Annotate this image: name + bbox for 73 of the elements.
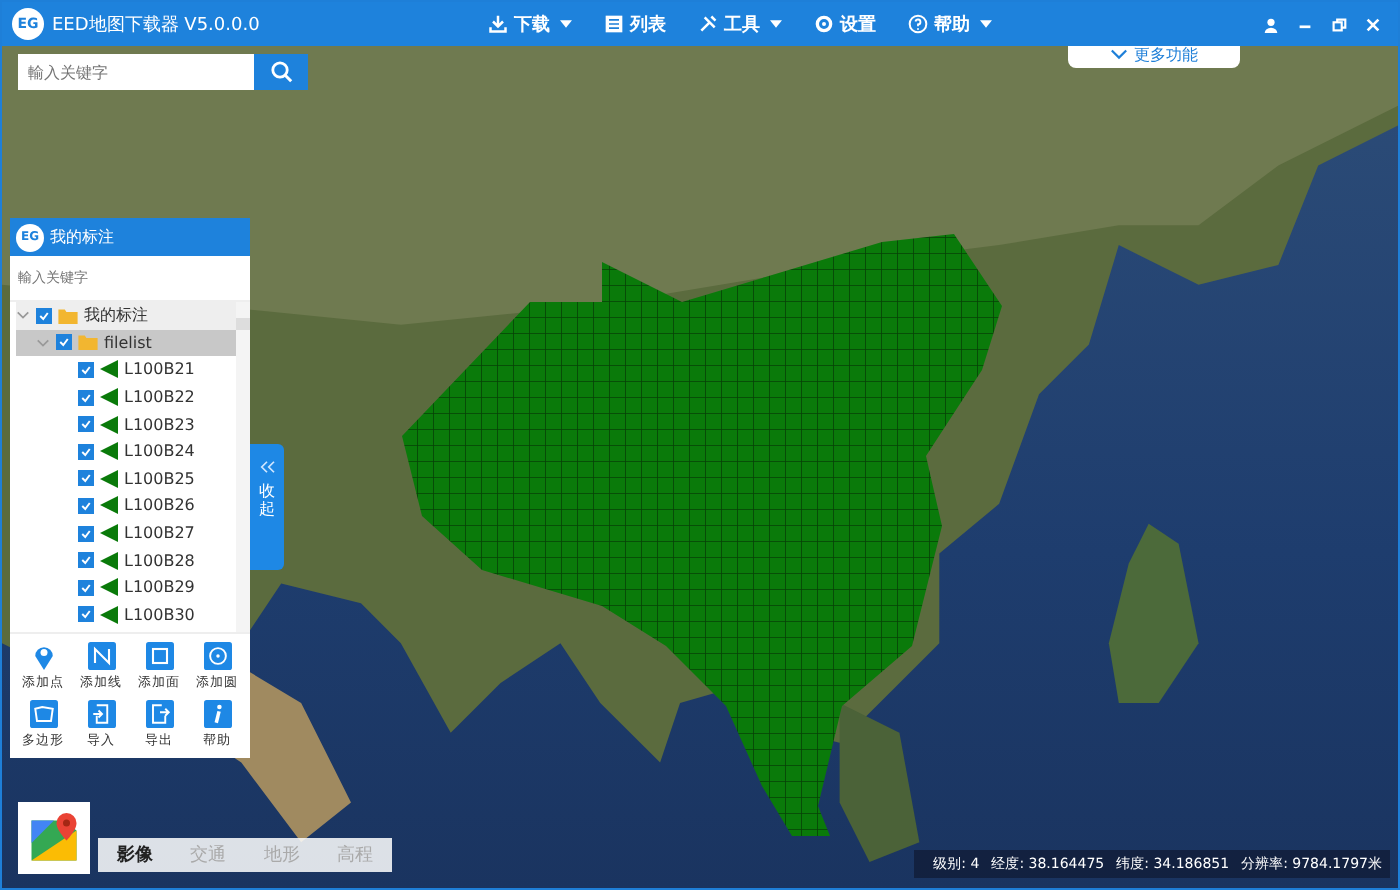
map-type-icon[interactable] [18,802,90,874]
checkbox[interactable] [36,307,52,324]
collapse-tab[interactable]: 收起 [250,444,284,570]
tree-label: filelist [104,333,152,352]
tree-row[interactable]: L100B29 [16,573,236,602]
checkbox[interactable] [78,606,94,623]
export-icon [145,700,173,728]
circle-icon [203,642,231,670]
tools-icon [698,14,718,34]
checkbox[interactable] [78,443,94,460]
checkbox[interactable] [78,361,94,378]
tree-row[interactable]: L100B23 [16,410,236,438]
tree-row[interactable]: L100B27 [16,519,236,547]
panel-title: 我的标注 [50,226,114,248]
polygon-icon [29,700,57,728]
tree-row[interactable]: L100B25 [16,465,236,493]
checkbox[interactable] [78,470,94,487]
square-icon [145,642,173,670]
tree-row[interactable]: L100B21 [16,356,236,384]
info-icon [203,700,231,728]
tree-label: L100B21 [124,360,195,379]
search-button[interactable] [254,54,308,90]
checkbox[interactable] [78,525,94,542]
tree-label: L100B24 [124,442,195,461]
tree-row[interactable]: L100B26 [16,492,236,520]
checkbox[interactable] [78,579,94,596]
tree-label: 我的标注 [84,304,148,327]
caret-icon [560,20,572,28]
menu-item[interactable]: 设置 [814,11,876,37]
checkbox[interactable] [78,416,94,433]
chevron-down-icon [1110,48,1128,60]
window-title: EED地图下载器 V5.0.0.0 [52,13,260,37]
caret-icon [980,20,992,28]
line-icon [87,642,115,670]
close-icon[interactable] [1364,15,1382,33]
restore-icon[interactable] [1330,15,1348,33]
checkbox[interactable] [78,389,94,406]
map-pin-icon [29,642,57,670]
tree-label: L100B23 [124,415,195,434]
settings-icon [814,14,834,34]
map-type-tab[interactable]: 影像 [98,838,172,872]
search-icon [269,60,293,84]
tree-label: L100B27 [124,524,195,543]
scrollbar[interactable] [236,302,250,632]
tree-row[interactable]: L100B24 [16,437,236,466]
search-field[interactable]: 輸入关键字 [18,54,254,90]
menu-item[interactable]: 列表 [604,11,666,37]
tree-row[interactable]: L100B22 [16,383,236,411]
tree-label: L100B25 [124,469,195,488]
tree-row[interactable]: filelist [16,329,236,357]
tree-row[interactable]: 我的标注 [16,302,236,330]
user-icon[interactable] [1262,15,1280,33]
menu-item[interactable]: 工具 [698,11,782,37]
help-icon [908,14,928,34]
menu-item[interactable]: 帮助 [908,11,992,37]
caret-icon [770,20,782,28]
double-chevron-icon [258,460,276,474]
tree-row[interactable]: L100B28 [16,546,236,574]
tree-label: L100B22 [124,388,195,407]
menu-item[interactable]: 下载 [488,11,572,37]
tree-label: L100B26 [124,496,195,515]
checkbox[interactable] [78,552,94,569]
tree-label: L100B29 [124,578,195,597]
checkbox[interactable] [78,497,94,514]
list-icon [604,14,624,34]
import-icon [87,700,115,728]
tree-row[interactable]: L100B30 [16,601,236,629]
download-icon [488,14,508,34]
chevron-icon[interactable] [16,308,30,323]
tree-label: L100B28 [124,551,195,570]
checkbox[interactable] [56,334,72,351]
tree-label: L100B30 [124,605,195,624]
more-features-button[interactable]: 更多功能 [1068,46,1240,68]
